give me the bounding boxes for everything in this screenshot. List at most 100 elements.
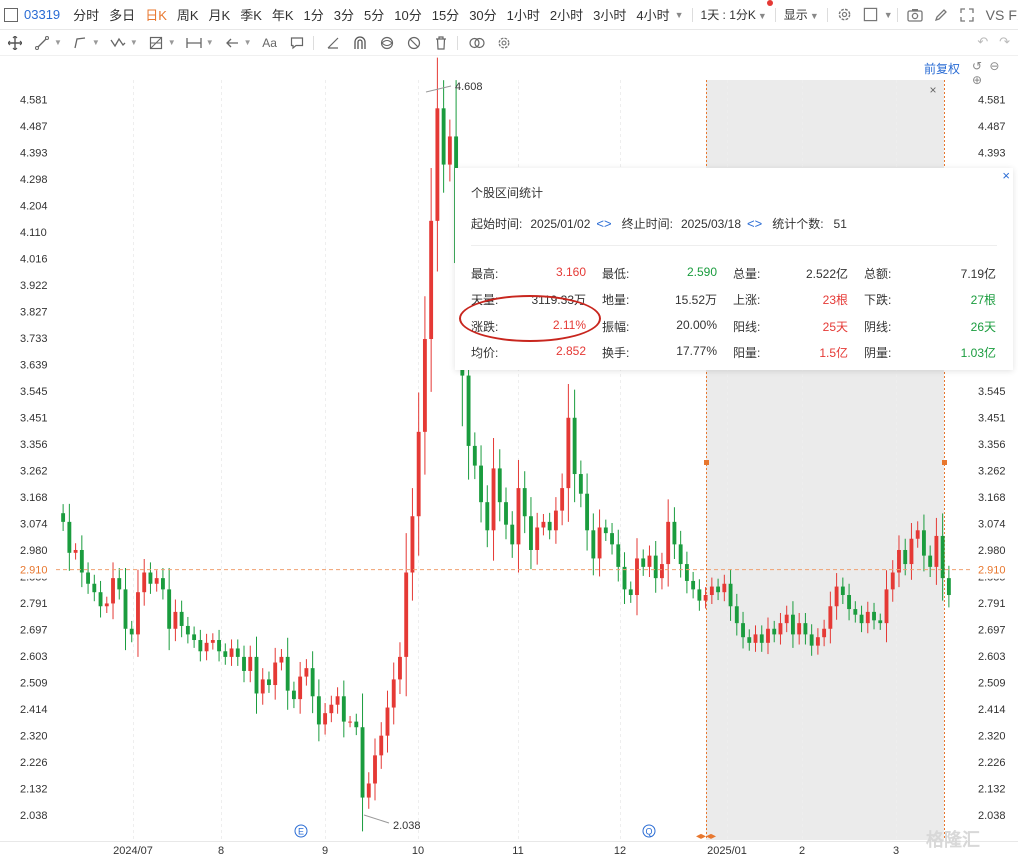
date-tick: 2025/01 — [707, 845, 747, 857]
stats-key: 地量: — [602, 293, 630, 308]
polyline-icon[interactable] — [71, 35, 89, 51]
candle-body — [747, 637, 752, 643]
stats-value: 3.160 — [555, 264, 586, 279]
period-tab[interactable]: 4小时 — [631, 5, 674, 24]
high-price-label: 4.608 — [455, 81, 483, 93]
candle-body — [772, 628, 777, 635]
display-select[interactable]: 显示 ▼ — [780, 6, 823, 23]
candle-body — [148, 572, 153, 584]
layout-toggle-icon[interactable] — [4, 7, 18, 22]
stats-cell: 阳量: 1.5亿 — [733, 344, 864, 361]
period-tab[interactable]: 30分 — [464, 5, 501, 24]
ruler-icon[interactable] — [324, 35, 342, 51]
text-tool-icon[interactable]: Aa — [261, 35, 279, 51]
period-tab[interactable]: 季K — [235, 5, 267, 24]
candle-body — [267, 679, 271, 686]
range-select[interactable]: 1天 : 1分K ▼ — [697, 0, 773, 23]
hide-icon[interactable] — [405, 35, 423, 51]
fullscreen-icon[interactable] — [959, 7, 975, 23]
candle-body — [86, 572, 91, 584]
chevron-down-icon[interactable]: ▼ — [130, 38, 138, 47]
wave-icon[interactable] — [109, 35, 127, 51]
fibonacci-icon[interactable] — [147, 35, 165, 51]
eye-icon[interactable] — [378, 35, 396, 51]
stats-value: 27根 — [970, 293, 996, 308]
candle-body — [73, 549, 78, 553]
end-date: 2025/03/18 — [680, 217, 741, 231]
candle-body — [915, 530, 920, 539]
vs-button[interactable]: VS — [986, 7, 1005, 23]
period-more-chevron-icon[interactable]: ▼ — [675, 10, 684, 20]
f10-button[interactable]: F10 — [1008, 7, 1018, 23]
candle-body — [504, 502, 508, 525]
price-tick-left: 4.487 — [20, 121, 48, 133]
candle-body — [167, 589, 172, 629]
close-icon[interactable]: × — [1002, 168, 1010, 183]
period-tab[interactable]: 年K — [267, 5, 299, 24]
trend-line-icon[interactable] — [33, 35, 51, 51]
period-tab[interactable]: 分时 — [68, 5, 104, 24]
start-date: 2025/01/02 — [530, 217, 591, 231]
chevron-down-icon: ▼ — [809, 11, 819, 21]
period-tab[interactable]: 3小时 — [588, 5, 631, 24]
stats-key: 振幅: — [602, 319, 630, 334]
trash-icon[interactable] — [432, 35, 450, 51]
period-tab[interactable]: 月K — [204, 5, 236, 24]
candle-body — [622, 566, 627, 590]
date-tick: 3 — [893, 845, 899, 857]
period-tab[interactable]: 10分 — [389, 5, 426, 24]
undo-redo-icons[interactable]: ↶ ↷ — [977, 34, 1010, 50]
crosshair-move-icon[interactable] — [6, 35, 24, 51]
stock-code[interactable]: 03319 — [24, 7, 60, 22]
candle-body — [859, 614, 864, 624]
stats-cell: 最高: 3.160 — [471, 265, 602, 282]
pen-icon[interactable] — [933, 7, 949, 23]
chevron-down-icon[interactable]: ▼ — [206, 38, 214, 47]
chevron-down-icon[interactable]: ▼ — [168, 38, 176, 47]
start-adjust-arrows-icon[interactable]: <> — [596, 216, 611, 231]
start-label: 起始时间: — [471, 217, 523, 231]
stats-value: 2.522亿 — [805, 266, 848, 281]
period-tab[interactable]: 2小时 — [545, 5, 588, 24]
drawing-settings-gear-icon[interactable] — [495, 35, 513, 51]
frame-style-icon[interactable] — [863, 7, 879, 23]
chevron-down-icon[interactable]: ▼ — [244, 38, 252, 47]
camera-icon[interactable] — [907, 7, 923, 23]
candle-body — [635, 558, 639, 596]
range-measure-icon[interactable] — [185, 35, 203, 51]
candle-body — [341, 696, 346, 722]
candle-body — [946, 578, 951, 596]
settings-gear-icon[interactable] — [837, 7, 853, 23]
chevron-down-icon[interactable]: ▼ — [54, 38, 62, 47]
period-tab[interactable]: 3分 — [329, 5, 359, 24]
candle-body — [210, 640, 215, 643]
candle-body — [497, 468, 502, 503]
period-tab[interactable]: 1分 — [299, 5, 329, 24]
price-tick-right: 4.393 — [978, 147, 1006, 159]
period-tab[interactable]: 多日 — [104, 5, 140, 24]
period-tab[interactable]: 日K — [140, 5, 172, 24]
restore-adjust-button[interactable]: 前复权 — [924, 60, 960, 77]
zoom-controls-icon[interactable]: ↺ ⊖ ⊕ — [972, 59, 1018, 87]
stats-value: 1.03亿 — [960, 346, 996, 361]
end-adjust-arrows-icon[interactable]: <> — [747, 216, 762, 231]
compare-icon[interactable] — [468, 35, 486, 51]
price-tick-left: 4.581 — [20, 95, 48, 107]
divider — [896, 7, 898, 22]
period-tab[interactable]: 1小时 — [502, 5, 545, 24]
period-tab[interactable]: 周K — [172, 5, 204, 24]
stats-key: 换手: — [602, 346, 630, 361]
chevron-down-icon[interactable]: ▼ — [884, 10, 893, 20]
period-toolbar: 03319 分时 多日 日K 周K 月K 季K 年K 1分 3分 5分 10分 15分 30分 1小时 2小… — [0, 0, 1018, 30]
period-tab[interactable]: 15分 — [427, 5, 464, 24]
magnet-icon[interactable] — [351, 35, 369, 51]
candle-body — [104, 603, 109, 607]
period-tab[interactable]: 5分 — [359, 5, 389, 24]
chevron-down-icon[interactable]: ▼ — [92, 38, 100, 47]
candle-body — [404, 572, 409, 657]
stats-value: 7.19亿 — [960, 266, 996, 281]
candle-body — [111, 578, 115, 604]
stats-key: 阳线: — [733, 319, 761, 334]
comment-icon[interactable] — [288, 35, 306, 51]
arrow-left-icon[interactable] — [223, 35, 241, 51]
